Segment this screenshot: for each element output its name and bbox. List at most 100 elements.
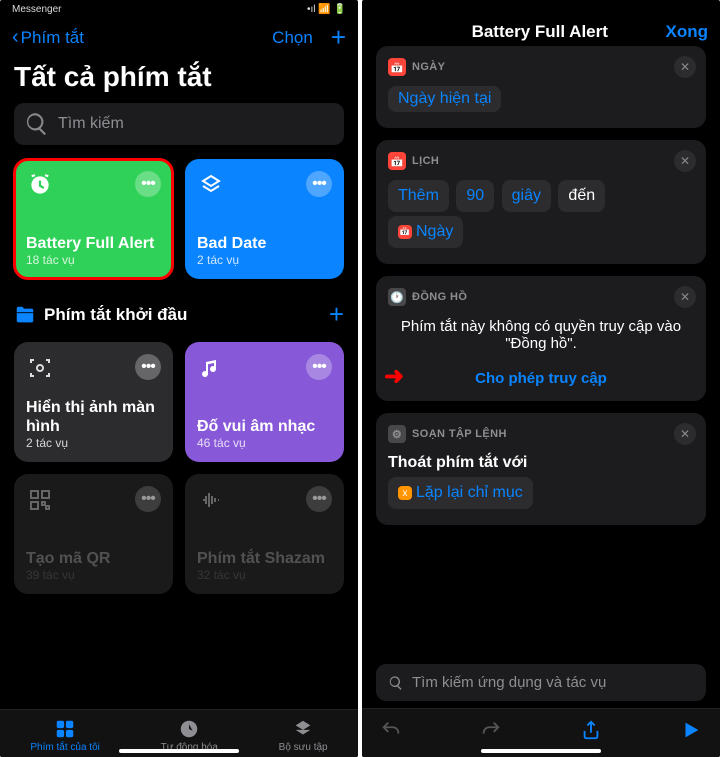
clock-icon: 🕐 xyxy=(388,288,406,306)
remove-action-button[interactable]: ✕ xyxy=(674,286,696,308)
card-menu-button[interactable]: ••• xyxy=(135,486,161,512)
tab-label: Phím tắt của tôi xyxy=(30,742,99,753)
search-icon xyxy=(24,111,50,137)
action-date[interactable]: 📅 NGÀY ✕ Ngày hiện tại xyxy=(376,46,706,128)
token-amount[interactable]: 90 xyxy=(456,180,494,212)
qr-icon xyxy=(26,486,54,514)
allow-access-button[interactable]: Cho phép truy cập xyxy=(388,364,694,387)
search-placeholder: Tìm kiếm xyxy=(58,115,124,133)
action-search-input[interactable]: Tìm kiếm ứng dụng và tác vụ xyxy=(376,664,706,701)
select-button[interactable]: Chọn xyxy=(272,28,313,48)
music-icon xyxy=(197,354,225,382)
token-to: đến xyxy=(558,180,605,212)
card-menu-button[interactable]: ••• xyxy=(306,486,332,512)
status-icons: •ıl 📶 🔋 xyxy=(307,4,346,15)
carrier-label: Messenger xyxy=(12,4,61,15)
action-app-label: ĐỒNG HỒ xyxy=(412,291,467,303)
folder-icon xyxy=(14,304,36,326)
card-title: Đố vui âm nhạc xyxy=(197,417,332,436)
done-button[interactable]: Xong xyxy=(666,22,709,42)
card-subtitle: 32 tác vụ xyxy=(197,568,332,582)
shortcuts-icon xyxy=(197,171,225,199)
card-title: Bad Date xyxy=(197,234,332,253)
action-clock-permission[interactable]: 🕐 ĐỒNG HỒ ✕ Phím tắt này không có quyền t… xyxy=(376,276,706,401)
tab-automation[interactable]: Tự động hóa xyxy=(161,718,218,753)
shortcut-card-qr[interactable]: ••• Tạo mã QR39 tác vụ xyxy=(14,474,173,594)
card-title: Phím tắt Shazam xyxy=(197,549,332,568)
token-unit[interactable]: giây xyxy=(502,180,551,212)
token-date-var[interactable]: 📅Ngày xyxy=(388,216,463,248)
status-bar xyxy=(362,0,720,18)
status-bar: Messenger •ıl 📶 🔋 xyxy=(0,0,358,18)
card-title: Hiển thị ảnh màn hình xyxy=(26,398,161,436)
card-menu-button[interactable]: ••• xyxy=(306,354,332,380)
action-app-label: LỊCH xyxy=(412,155,439,167)
card-menu-button[interactable]: ••• xyxy=(135,354,161,380)
nav-bar: ‹ Phím tắt Chọn + xyxy=(0,18,358,61)
red-arrow-annotation: ➜ xyxy=(384,362,404,391)
calendar-icon: 📅 xyxy=(388,58,406,76)
alarm-icon xyxy=(26,171,54,199)
action-app-label: SOẠN TẬP LỆNH xyxy=(412,428,507,440)
home-indicator[interactable] xyxy=(481,749,601,753)
card-subtitle: 39 tác vụ xyxy=(26,568,161,582)
search-icon xyxy=(388,675,404,691)
action-search-bar: Tìm kiếm ứng dụng và tác vụ xyxy=(362,656,720,709)
token-add[interactable]: Thêm xyxy=(388,180,449,212)
add-shortcut-button[interactable]: + xyxy=(331,22,346,53)
card-subtitle: 2 tác vụ xyxy=(197,253,332,267)
run-button[interactable] xyxy=(680,719,702,747)
card-title: Tạo mã QR xyxy=(26,549,161,568)
undo-button[interactable] xyxy=(380,719,402,747)
search-placeholder: Tìm kiếm ứng dụng và tác vụ xyxy=(412,674,606,691)
tab-my-shortcuts[interactable]: Phím tắt của tôi xyxy=(30,718,99,753)
camera-scan-icon xyxy=(26,354,54,382)
shortcut-card-bad-date[interactable]: ••• Bad Date 2 tác vụ xyxy=(185,159,344,279)
all-shortcuts-grid: ••• Battery Full Alert 18 tác vụ ••• Bad… xyxy=(0,159,358,279)
starter-section-header: Phím tắt khởi đầu + xyxy=(0,279,358,342)
back-label: Phím tắt xyxy=(21,28,84,48)
shazam-icon xyxy=(197,486,225,514)
shortcuts-library-screen: Messenger •ıl 📶 🔋 ‹ Phím tắt Chọn + Tất … xyxy=(0,0,358,757)
clock-icon xyxy=(178,718,200,740)
search-field[interactable]: Tìm kiếm xyxy=(14,103,344,145)
shortcut-card-screenshot[interactable]: ••• Hiển thị ảnh màn hình2 tác vụ xyxy=(14,342,173,462)
card-subtitle: 2 tác vụ xyxy=(26,436,161,450)
shortcut-card-battery-full-alert[interactable]: ••• Battery Full Alert 18 tác vụ xyxy=(14,159,173,279)
exit-label: Thoát phím tắt với xyxy=(388,454,527,471)
section-title: Phím tắt khởi đầu xyxy=(44,305,187,325)
card-menu-button[interactable]: ••• xyxy=(306,171,332,197)
date-value[interactable]: Ngày hiện tại xyxy=(388,86,501,112)
tab-gallery[interactable]: Bộ sưu tập xyxy=(279,718,328,753)
grid-icon xyxy=(54,718,76,740)
card-subtitle: 46 tác vụ xyxy=(197,436,332,450)
remove-action-button[interactable]: ✕ xyxy=(674,423,696,445)
gear-icon: ⚙ xyxy=(388,425,406,443)
home-indicator[interactable] xyxy=(119,749,239,753)
permission-message: Phím tắt này không có quyền truy cập vào… xyxy=(388,314,694,364)
card-menu-button[interactable]: ••• xyxy=(135,171,161,197)
shortcut-editor-screen: Battery Full Alert Xong 📅 NGÀY ✕ Ngày hiệ… xyxy=(362,0,720,757)
card-subtitle: 18 tác vụ xyxy=(26,253,161,267)
action-calendar-add[interactable]: 📅 LỊCH ✕ Thêm 90 giây đến 📅Ngày xyxy=(376,140,706,264)
actions-list: 📅 NGÀY ✕ Ngày hiện tại 📅 LỊCH ✕ Thêm 90 gi… xyxy=(362,50,720,525)
token-repeat-index[interactable]: xLặp lại chỉ mục xyxy=(388,477,533,509)
remove-action-button[interactable]: ✕ xyxy=(674,150,696,172)
add-starter-button[interactable]: + xyxy=(329,299,344,330)
card-title: Battery Full Alert xyxy=(26,234,161,253)
chevron-left-icon: ‹ xyxy=(12,26,19,49)
tab-label: Bộ sưu tập xyxy=(279,742,328,753)
remove-action-button[interactable]: ✕ xyxy=(674,56,696,78)
gallery-icon xyxy=(292,718,314,740)
page-title: Tất cả phím tắt xyxy=(0,61,358,103)
calendar-icon: 📅 xyxy=(388,152,406,170)
shortcut-card-music-quiz[interactable]: ••• Đố vui âm nhạc46 tác vụ xyxy=(185,342,344,462)
starter-grid: ••• Hiển thị ảnh màn hình2 tác vụ ••• Đố… xyxy=(0,342,358,594)
action-app-label: NGÀY xyxy=(412,61,445,73)
redo-button[interactable] xyxy=(480,719,502,747)
action-scripting-exit[interactable]: ⚙ SOẠN TẬP LỆNH ✕ Thoát phím tắt với xLặp… xyxy=(376,413,706,525)
back-button[interactable]: ‹ Phím tắt xyxy=(12,26,84,49)
share-button[interactable] xyxy=(580,719,602,747)
editor-title: Battery Full Alert xyxy=(472,22,608,42)
shortcut-card-shazam[interactable]: ••• Phím tắt Shazam32 tác vụ xyxy=(185,474,344,594)
